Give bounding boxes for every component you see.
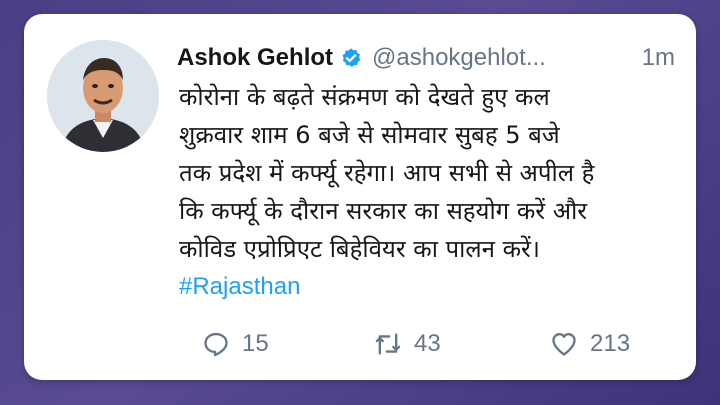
avatar[interactable]	[47, 40, 159, 152]
reply-button[interactable]: 15	[202, 326, 269, 362]
retweet-icon	[375, 333, 401, 355]
reply-count: 15	[242, 330, 269, 357]
avatar-image	[47, 40, 159, 152]
tweet-card[interactable]: Ashok Gehlot @ashokgehlot... 1m कोरोना क…	[24, 14, 696, 380]
tweet-header: Ashok Gehlot @ashokgehlot... 1m	[177, 38, 677, 78]
tweet-timestamp[interactable]: 1m	[642, 44, 675, 72]
like-count: 213	[590, 330, 631, 357]
tweet-actions: 15 43 213	[180, 326, 660, 362]
like-button[interactable]: 213	[550, 326, 630, 362]
author-handle[interactable]: @ashokgehlot...	[372, 44, 546, 72]
tweet-text-line: शुक्रवार शाम 6 बजे से सोमवार सुबह 5 बजे	[179, 121, 560, 149]
tweet-text-line: कोरोना के बढ़ते संक्रमण को देखते हुए कल	[179, 83, 550, 111]
tweet-text-line: कि कर्फ्यू के दौरान सरकार का सहयोग करें …	[179, 197, 588, 225]
tweet-text-line: तक प्रदेश में कर्फ्यू रहेगा। आप सभी से अ…	[179, 159, 595, 187]
reply-icon	[204, 332, 228, 357]
verified-badge-icon	[340, 47, 362, 69]
retweet-button[interactable]: 43	[374, 326, 441, 362]
author-name[interactable]: Ashok Gehlot	[177, 44, 333, 72]
tweet-text-line: कोविड एप्रोप्रिएट बिहेवियर का पालन करें।	[179, 235, 540, 263]
hashtag-link[interactable]: #Rajasthan	[179, 268, 684, 306]
retweet-count: 43	[414, 330, 441, 357]
heart-icon	[552, 333, 576, 356]
tweet-text: कोरोना के बढ़ते संक्रमण को देखते हुए कल …	[179, 78, 684, 306]
